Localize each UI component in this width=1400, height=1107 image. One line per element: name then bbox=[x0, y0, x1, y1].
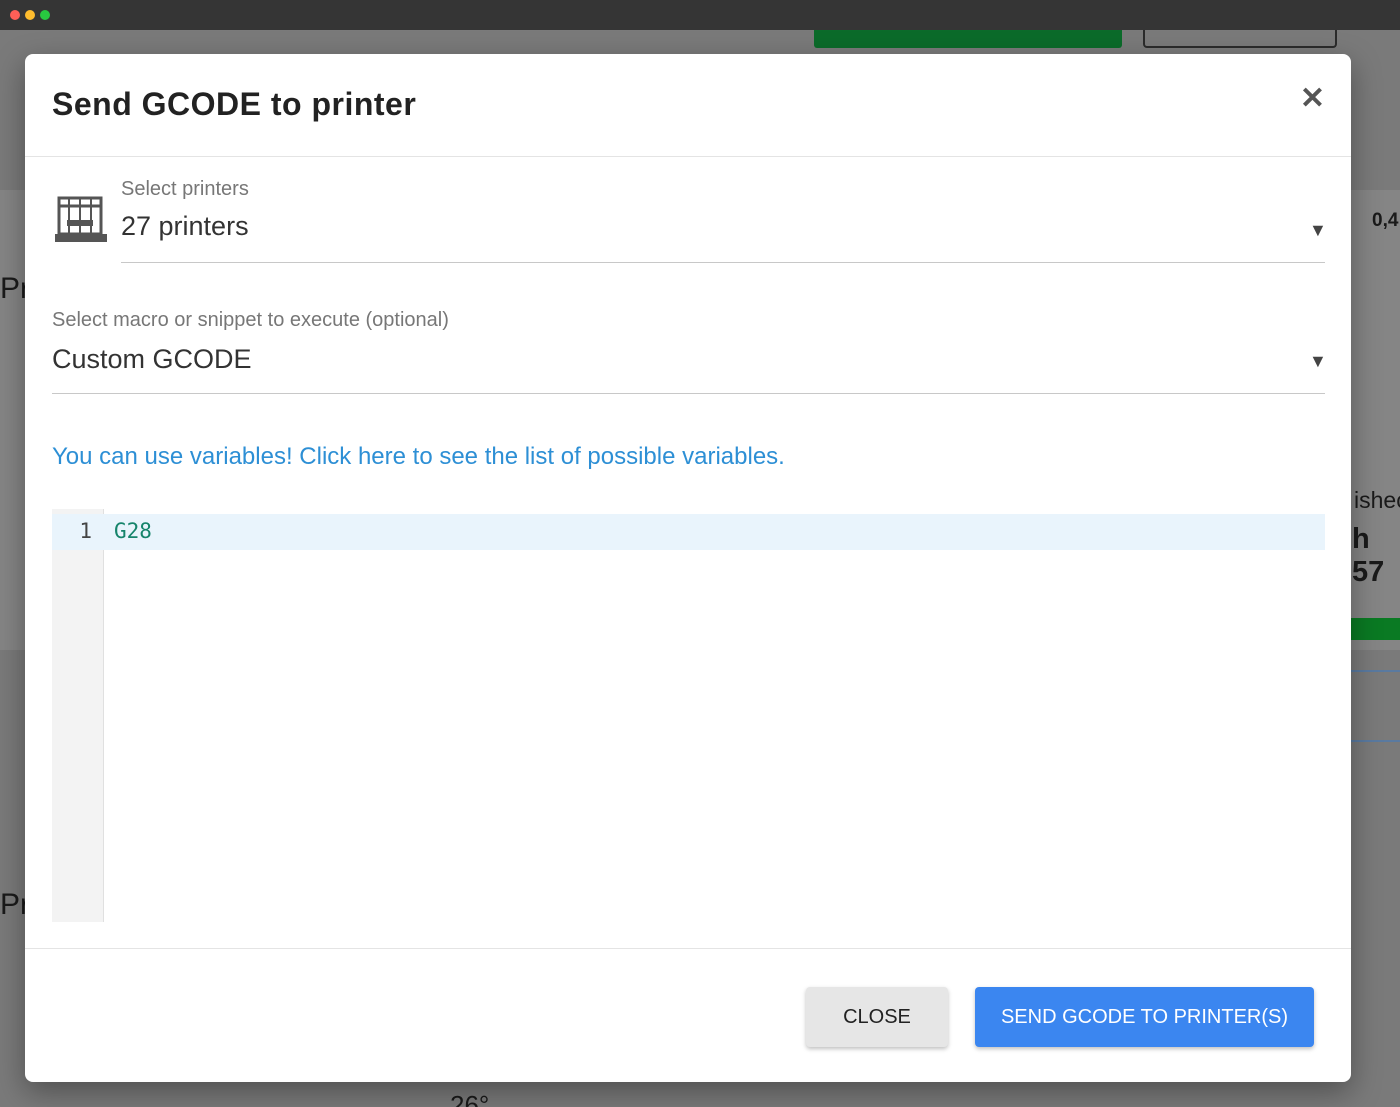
macro-select-value: Custom GCODE bbox=[52, 344, 252, 374]
window-minimize-dot[interactable] bbox=[25, 10, 35, 20]
printers-select-underline bbox=[121, 262, 1325, 263]
background-divider bbox=[1351, 740, 1400, 742]
background-green-button bbox=[814, 30, 1122, 48]
send-gcode-button[interactable]: SEND GCODE TO PRINTER(S) bbox=[975, 987, 1314, 1047]
macro-select[interactable]: Select macro or snippet to execute (opti… bbox=[52, 309, 449, 375]
editor-line-number: 1 bbox=[79, 519, 92, 543]
dialog-title: Send GCODE to printer bbox=[52, 86, 417, 122]
printers-select-label: Select printers bbox=[121, 178, 249, 200]
macro-select-underline bbox=[52, 393, 1325, 394]
background-card-left bbox=[0, 190, 25, 650]
send-gcode-dialog: Send GCODE to printer ✕ Select printers … bbox=[25, 54, 1351, 1082]
dialog-header: Send GCODE to printer ✕ bbox=[25, 54, 1351, 157]
dialog-footer: CLOSE SEND GCODE TO PRINTER(S) bbox=[25, 948, 1351, 1082]
background-divider bbox=[1351, 670, 1400, 672]
background-fragment: 26° bbox=[450, 1090, 490, 1107]
window-titlebar bbox=[0, 0, 1400, 30]
chevron-down-icon[interactable]: ▼ bbox=[1309, 220, 1327, 241]
editor-gutter bbox=[52, 509, 104, 922]
close-button[interactable]: CLOSE bbox=[806, 987, 948, 1047]
window-maximize-dot[interactable] bbox=[40, 10, 50, 20]
background-fragment: ishec bbox=[1354, 487, 1400, 513]
editor-code-line[interactable]: G28 bbox=[114, 519, 152, 543]
editor-active-line bbox=[104, 514, 1325, 550]
printers-select-value: 27 printers bbox=[121, 211, 249, 241]
close-icon[interactable]: ✕ bbox=[1300, 84, 1325, 114]
background-outline-button bbox=[1143, 30, 1337, 48]
background-fragment: 0,4 bbox=[1372, 210, 1399, 231]
background-progress-bar bbox=[1351, 618, 1400, 640]
gcode-editor[interactable]: 1 G28 bbox=[52, 509, 1325, 922]
background-fragment: h 57 bbox=[1352, 523, 1385, 588]
window-close-dot[interactable] bbox=[10, 10, 20, 20]
variables-help-link[interactable]: You can use variables! Click here to see… bbox=[52, 443, 785, 471]
chevron-down-icon[interactable]: ▼ bbox=[1309, 351, 1327, 372]
printers-select[interactable]: Select printers 27 printers bbox=[121, 178, 249, 242]
printer-icon bbox=[55, 196, 107, 242]
macro-select-label: Select macro or snippet to execute (opti… bbox=[52, 309, 449, 331]
